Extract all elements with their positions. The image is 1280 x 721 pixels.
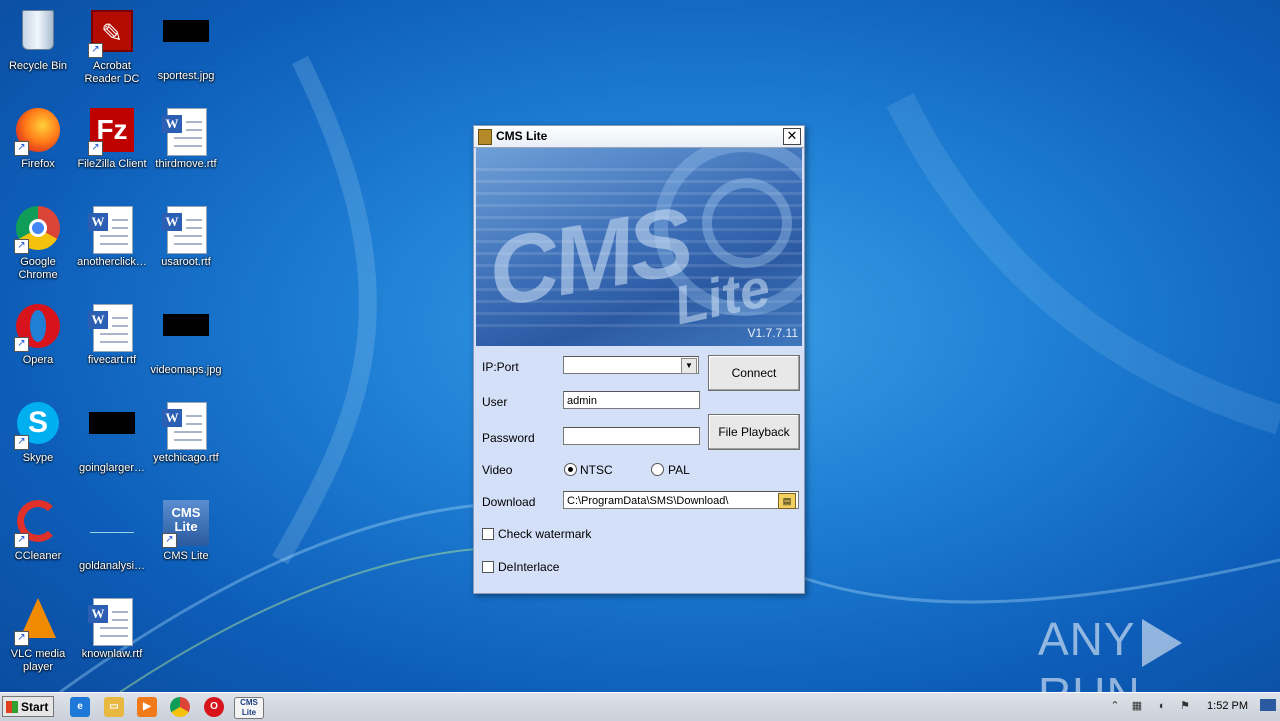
video-label: Video xyxy=(482,463,513,477)
word-doc-icon: W xyxy=(162,108,210,156)
password-label: Password xyxy=(482,431,535,445)
windows-flag-icon xyxy=(6,701,18,713)
download-label: Download xyxy=(482,495,536,509)
image-file-icon xyxy=(88,510,136,558)
user-field[interactable]: admin xyxy=(563,391,700,409)
desktop-icon-videomaps[interactable]: videomaps.jpg xyxy=(148,300,224,392)
firefox-icon: ↗ xyxy=(14,108,62,156)
close-button[interactable]: ✕ xyxy=(783,128,801,145)
cms-lite-banner: CMS Lite V1.7.7.11 xyxy=(476,148,802,346)
ip-port-label: IP:Port xyxy=(482,360,519,374)
desktop-icon-usaroot[interactable]: W usaroot.rtf xyxy=(148,202,224,294)
show-desktop-icon[interactable] xyxy=(1260,699,1276,711)
deinterlace-label: DeInterlace xyxy=(498,560,560,574)
play-logo-icon xyxy=(1141,618,1182,667)
desktop-icon-chrome[interactable]: ↗ Google Chrome xyxy=(0,202,76,294)
dialog-title: CMS Lite xyxy=(496,129,548,143)
image-file-icon xyxy=(162,20,210,68)
desktop-icon-yetchicago[interactable]: W yetchicago.rtf xyxy=(148,398,224,490)
chrome-icon: ↗ xyxy=(14,206,62,254)
desktop-icon-goinglarger[interactable]: goinglarger… xyxy=(74,398,150,490)
chrome-icon[interactable] xyxy=(170,697,190,717)
taskbar: Start e ▭ ▶ O CMS Lite ⌃ ▦ ◖ ⚑ 1:52 PM xyxy=(0,692,1280,721)
connect-button[interactable]: Connect xyxy=(708,355,800,391)
desktop-icon-opera[interactable]: ↗ Opera xyxy=(0,300,76,392)
banner-brand: CMS xyxy=(480,187,698,328)
filezilla-icon: Fz ↗ xyxy=(88,108,136,156)
desktop-icon-cms-lite[interactable]: CMS Lite ↗ CMS Lite xyxy=(148,496,224,588)
watermark-checkbox[interactable] xyxy=(482,528,494,540)
ip-port-combo[interactable]: ▼ xyxy=(563,356,699,374)
password-field[interactable] xyxy=(563,427,700,445)
start-button[interactable]: Start xyxy=(2,696,54,717)
internet-explorer-icon[interactable]: e xyxy=(70,697,90,717)
cms-lite-dialog: CMS Lite ✕ CMS Lite V1.7.7.11 IP:Port ▼ … xyxy=(473,125,805,594)
ntsc-label: NTSC xyxy=(580,463,613,477)
vlc-icon: ↗ xyxy=(14,598,62,646)
chevron-down-icon[interactable]: ▼ xyxy=(681,358,697,374)
desktop-icon-goldanalysis[interactable]: goldanalysi… xyxy=(74,496,150,588)
deinterlace-checkbox[interactable] xyxy=(482,561,494,573)
opera-icon[interactable]: O xyxy=(204,697,224,717)
desktop-icon-skype[interactable]: S ↗ Skype xyxy=(0,398,76,490)
gear-graphic-small xyxy=(702,178,792,268)
desktop-icon-recycle-bin[interactable]: Recycle Bin xyxy=(0,6,76,98)
media-player-icon[interactable]: ▶ xyxy=(137,697,157,717)
skype-icon: S ↗ xyxy=(14,402,62,450)
recycle-bin-icon xyxy=(14,10,62,58)
network-icon[interactable]: ▦ xyxy=(1130,699,1144,713)
watermark-label: Check watermark xyxy=(498,527,592,541)
image-file-icon xyxy=(162,314,210,362)
version-label: V1.7.7.11 xyxy=(747,326,798,340)
pal-radio[interactable] xyxy=(651,463,664,476)
volume-icon[interactable]: ◖ xyxy=(1154,699,1168,713)
show-hidden-icons-icon[interactable]: ⌃ xyxy=(1108,699,1122,713)
file-playback-button[interactable]: File Playback xyxy=(708,414,800,450)
word-doc-icon: W xyxy=(162,206,210,254)
opera-icon: ↗ xyxy=(14,304,62,352)
word-doc-icon: W xyxy=(88,304,136,352)
desktop-icon-sportest[interactable]: sportest.jpg xyxy=(148,6,224,98)
dialog-titlebar[interactable]: CMS Lite ✕ xyxy=(474,126,804,148)
desktop-icon-filezilla[interactable]: Fz ↗ FileZilla Client xyxy=(74,104,150,196)
desktop-icon-ccleaner[interactable]: ↗ CCleaner xyxy=(0,496,76,588)
user-label: User xyxy=(482,395,508,409)
acrobat-icon: ✎ ↗ xyxy=(88,10,136,58)
explorer-icon[interactable]: ▭ xyxy=(104,697,124,717)
ntsc-radio[interactable] xyxy=(564,463,577,476)
word-doc-icon: W xyxy=(162,402,210,450)
ccleaner-icon: ↗ xyxy=(14,500,62,548)
cms-lite-taskbar-button[interactable]: CMS Lite xyxy=(234,697,264,719)
desktop-icon-acrobat[interactable]: ✎ ↗ Acrobat Reader DC xyxy=(74,6,150,98)
taskbar-clock[interactable]: 1:52 PM xyxy=(1207,700,1248,712)
word-doc-icon: W xyxy=(88,206,136,254)
pal-label: PAL xyxy=(668,463,690,477)
cms-lite-icon: CMS Lite ↗ xyxy=(162,500,210,548)
desktop-icon-thirdmove[interactable]: W thirdmove.rtf xyxy=(148,104,224,196)
desktop-icon-knownlaw[interactable]: W knownlaw.rtf xyxy=(74,594,150,686)
download-path-field[interactable]: C:\ProgramData\SMS\Download\ ▤ xyxy=(563,491,799,509)
word-doc-icon: W xyxy=(88,598,136,646)
desktop-icon-anotherclick[interactable]: W anotherclick… xyxy=(74,202,150,294)
image-file-icon xyxy=(88,412,136,460)
desktop-icon-fivecart[interactable]: W fivecart.rtf xyxy=(74,300,150,392)
folder-browse-icon[interactable]: ▤ xyxy=(778,493,796,509)
desktop-icon-firefox[interactable]: ↗ Firefox xyxy=(0,104,76,196)
action-center-flag-icon[interactable]: ⚑ xyxy=(1178,699,1192,713)
app-icon xyxy=(478,129,492,145)
desktop-icon-vlc[interactable]: ↗ VLC media player xyxy=(0,594,76,686)
